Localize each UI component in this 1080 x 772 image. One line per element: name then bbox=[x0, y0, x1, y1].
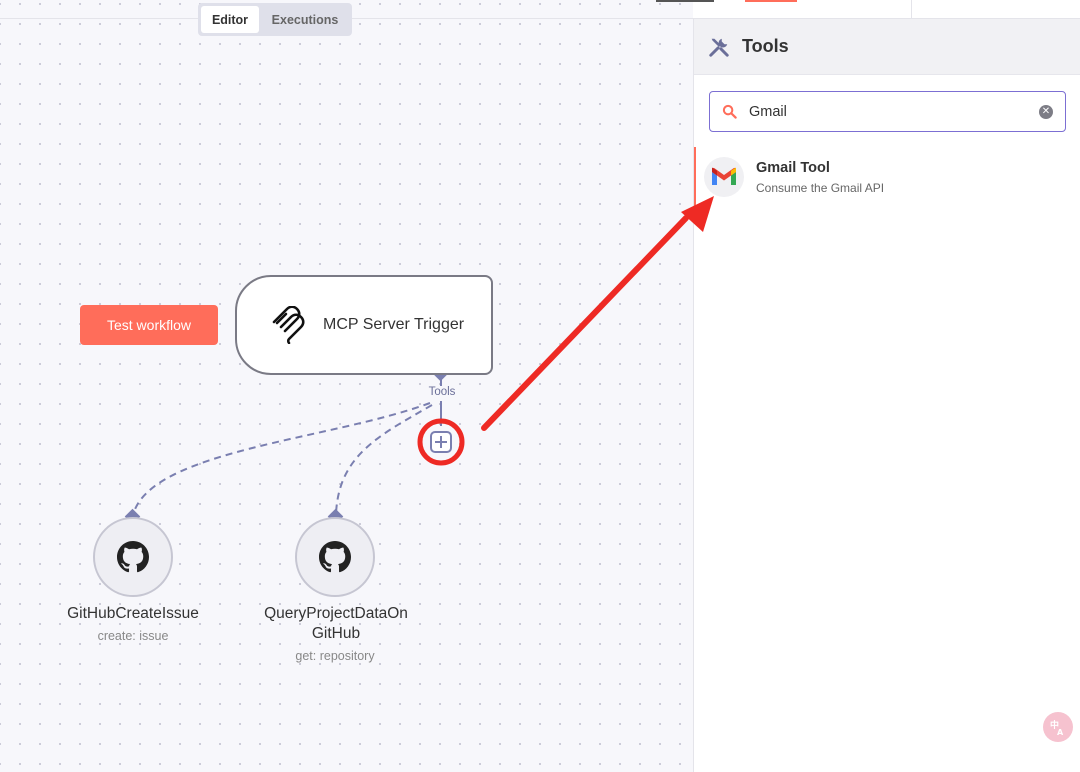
tools-panel: Tools ✕ Gmail Tool Consume the Gmail API bbox=[693, 19, 1080, 772]
github-query-project-subtitle: get: repository bbox=[295, 649, 375, 663]
clear-search-icon[interactable]: ✕ bbox=[1039, 104, 1053, 119]
result-description: Consume the Gmail API bbox=[756, 181, 885, 195]
mcp-icon bbox=[272, 306, 305, 344]
topbar-separator bbox=[911, 0, 912, 18]
plus-square-icon bbox=[430, 431, 452, 453]
github-create-issue-node[interactable] bbox=[93, 517, 173, 597]
github-query-project-title: QueryProjectDataOn GitHub bbox=[264, 605, 408, 642]
tools-search-box: ✕ bbox=[709, 91, 1066, 132]
github-create-issue-subtitle: create: issue bbox=[97, 629, 169, 643]
add-tool-button[interactable] bbox=[411, 412, 471, 472]
github-create-issue-title: GitHubCreateIssue bbox=[67, 605, 199, 622]
search-icon bbox=[722, 104, 737, 119]
connector-label-tools: Tools bbox=[428, 386, 456, 398]
github-icon bbox=[117, 541, 149, 573]
result-title: Gmail Tool bbox=[756, 160, 830, 176]
result-item-gmail-tool[interactable]: Gmail Tool Consume the Gmail API bbox=[694, 147, 1080, 207]
tools-panel-title: Tools bbox=[742, 36, 789, 56]
tools-panel-header: Tools bbox=[694, 19, 1080, 75]
connection-line-github-create bbox=[132, 402, 431, 516]
svg-text:A: A bbox=[1057, 728, 1064, 736]
mcp-server-trigger-node[interactable]: MCP Server Trigger bbox=[235, 275, 493, 375]
topbar-indicator-accent bbox=[745, 0, 797, 2]
github-query-project-node[interactable] bbox=[295, 517, 375, 597]
tools-search-input[interactable] bbox=[749, 103, 1039, 120]
trigger-node-title: MCP Server Trigger bbox=[323, 316, 465, 333]
test-workflow-button[interactable]: Test workflow bbox=[80, 305, 218, 345]
gmail-icon bbox=[704, 157, 744, 197]
github-icon bbox=[319, 541, 351, 573]
translate-icon[interactable]: 中 A bbox=[1043, 712, 1073, 742]
wrench-screwdriver-icon bbox=[709, 38, 729, 57]
